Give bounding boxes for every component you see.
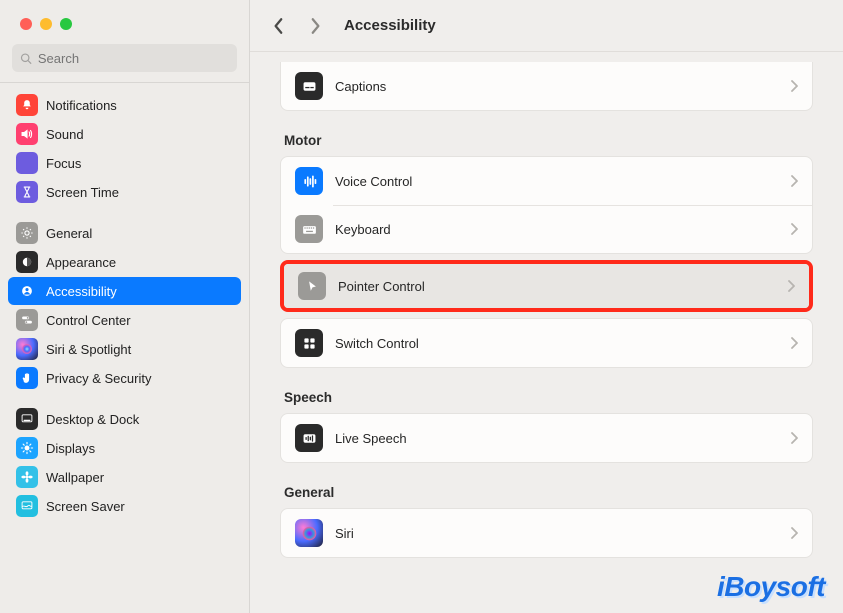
person-icon: [16, 280, 38, 302]
keyboard-icon: [295, 215, 323, 243]
settings-row-captions[interactable]: Captions: [281, 62, 812, 110]
sidebar-item-label: General: [46, 226, 92, 241]
sidebar-item-sound[interactable]: Sound: [8, 120, 241, 148]
forward-button[interactable]: [304, 15, 326, 37]
sidebar-item-label: Control Center: [46, 313, 131, 328]
gear-icon: [16, 222, 38, 244]
settings-row-voice-control[interactable]: Voice Control: [281, 157, 812, 205]
sidebar-item-accessibility[interactable]: Accessibility: [8, 277, 241, 305]
sidebar-item-label: Accessibility: [46, 284, 117, 299]
zoom-window-button[interactable]: [60, 18, 72, 30]
hand-icon: [16, 367, 38, 389]
dock-icon: [16, 408, 38, 430]
sidebar-item-label: Wallpaper: [46, 470, 104, 485]
search-icon: [20, 52, 32, 65]
sidebar-item-screen-time[interactable]: Screen Time: [8, 178, 241, 206]
search-field[interactable]: [12, 44, 237, 72]
sidebar-item-wallpaper[interactable]: Wallpaper: [8, 463, 241, 491]
captions-icon: [295, 72, 323, 100]
switches-icon: [16, 309, 38, 331]
divider: [0, 82, 249, 83]
chevron-right-icon: [790, 337, 798, 349]
sidebar-item-focus[interactable]: Focus: [8, 149, 241, 177]
section-header: Speech: [284, 390, 813, 405]
chevron-right-icon: [787, 280, 795, 292]
sidebar-item-screen-saver[interactable]: Screen Saver: [8, 492, 241, 520]
page-title: Accessibility: [344, 17, 436, 34]
close-window-button[interactable]: [20, 18, 32, 30]
hourglass-icon: [16, 181, 38, 203]
sidebar-item-desktop-dock[interactable]: Desktop & Dock: [8, 405, 241, 433]
chevron-right-icon: [790, 527, 798, 539]
settings-group: Siri: [280, 508, 813, 558]
row-label: Live Speech: [335, 431, 778, 446]
minimize-window-button[interactable]: [40, 18, 52, 30]
voice-icon: [295, 167, 323, 195]
sidebar-item-label: Screen Saver: [46, 499, 125, 514]
settings-row-siri[interactable]: Siri: [281, 509, 812, 557]
chevron-right-icon: [790, 432, 798, 444]
screensaver-icon: [16, 495, 38, 517]
sun-icon: [16, 437, 38, 459]
row-label: Pointer Control: [338, 279, 775, 294]
window-controls: [0, 0, 249, 44]
siri-round-icon: [295, 519, 323, 547]
back-button[interactable]: [268, 15, 290, 37]
sidebar-nav: Notifications Sound Focus Screen Time Genera…: [0, 91, 249, 613]
content-area: Accessibility Captions Motor Voice Contr…: [250, 0, 843, 613]
settings-row-switch-control[interactable]: Switch Control: [281, 319, 812, 367]
row-label: Voice Control: [335, 174, 778, 189]
settings-group: Voice Control Keyboard: [280, 156, 813, 254]
settings-row-keyboard[interactable]: Keyboard: [281, 205, 812, 253]
sidebar: Notifications Sound Focus Screen Time Genera…: [0, 0, 250, 613]
moon-icon: [16, 152, 38, 174]
sidebar-item-label: Siri & Spotlight: [46, 342, 131, 357]
settings-row-pointer-control[interactable]: Pointer Control: [284, 264, 809, 308]
chevron-right-icon: [790, 175, 798, 187]
appearance-icon: [16, 251, 38, 273]
sidebar-item-siri-spotlight[interactable]: Siri & Spotlight: [8, 335, 241, 363]
flower-icon: [16, 466, 38, 488]
sidebar-item-label: Notifications: [46, 98, 117, 113]
settings-group: Captions: [280, 62, 813, 111]
section-header: Motor: [284, 133, 813, 148]
search-input[interactable]: [38, 51, 229, 66]
highlighted-row: Pointer Control: [280, 260, 813, 312]
row-label: Switch Control: [335, 336, 778, 351]
row-label: Keyboard: [335, 222, 778, 237]
sidebar-item-label: Privacy & Security: [46, 371, 151, 386]
chevron-right-icon: [790, 223, 798, 235]
sidebar-item-general[interactable]: General: [8, 219, 241, 247]
sound-icon: [16, 123, 38, 145]
sidebar-item-label: Displays: [46, 441, 95, 456]
grid-icon: [295, 329, 323, 357]
toolbar: Accessibility: [250, 0, 843, 52]
settings-scroll[interactable]: Captions Motor Voice Control Keyboard Po…: [250, 52, 843, 613]
siri-icon: [16, 338, 38, 360]
sidebar-item-label: Screen Time: [46, 185, 119, 200]
settings-group: Switch Control: [280, 318, 813, 368]
livespeech-icon: [295, 424, 323, 452]
sidebar-item-label: Desktop & Dock: [46, 412, 139, 427]
sidebar-item-appearance[interactable]: Appearance: [8, 248, 241, 276]
section-header: General: [284, 485, 813, 500]
chevron-right-icon: [790, 80, 798, 92]
sidebar-item-privacy-security[interactable]: Privacy & Security: [8, 364, 241, 392]
sidebar-item-label: Appearance: [46, 255, 116, 270]
settings-row-live-speech[interactable]: Live Speech: [281, 414, 812, 462]
sidebar-item-label: Focus: [46, 156, 81, 171]
sidebar-item-notifications[interactable]: Notifications: [8, 91, 241, 119]
row-label: Captions: [335, 79, 778, 94]
pointer-icon: [298, 272, 326, 300]
row-label: Siri: [335, 526, 778, 541]
bell-icon: [16, 94, 38, 116]
settings-group: Live Speech: [280, 413, 813, 463]
sidebar-item-label: Sound: [46, 127, 84, 142]
sidebar-item-displays[interactable]: Displays: [8, 434, 241, 462]
sidebar-item-control-center[interactable]: Control Center: [8, 306, 241, 334]
